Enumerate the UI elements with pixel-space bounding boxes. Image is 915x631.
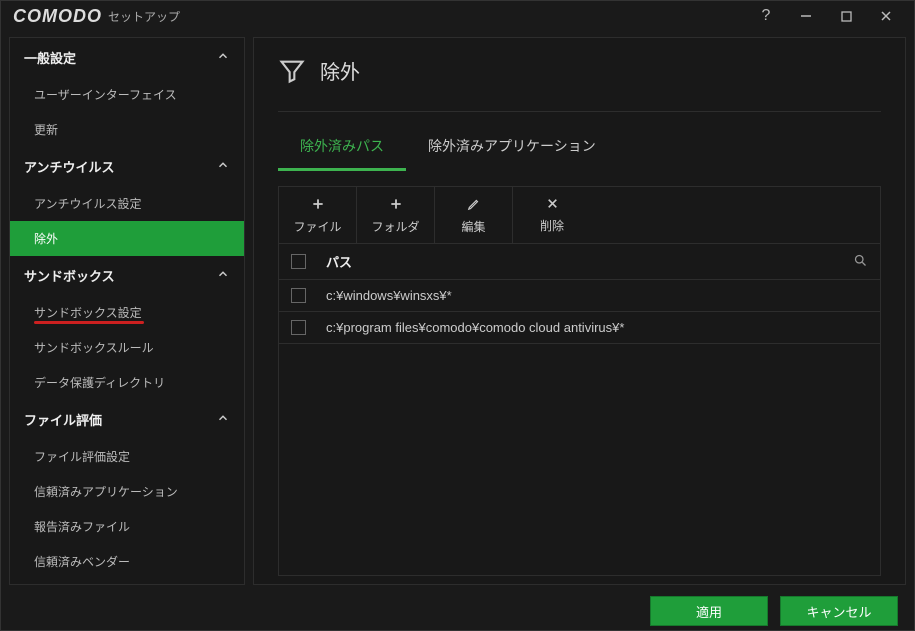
content-panel: 除外 除外済みパス除外済みアプリケーション ファイル フォルダ 編集 削除 パス c:… bbox=[253, 37, 906, 585]
row-path: c:¥windows¥winsxs¥* bbox=[326, 288, 868, 303]
help-icon: ? bbox=[762, 7, 771, 25]
sidebar-item[interactable]: サンドボックスルール bbox=[10, 330, 244, 365]
sidebar-section-label: ファイル評価 bbox=[24, 410, 102, 429]
tool-label: フォルダ bbox=[371, 218, 419, 235]
sidebar-item-label: データ保護ディレクトリ bbox=[34, 376, 165, 390]
sidebar-item[interactable]: データ保護ディレクトリ bbox=[10, 365, 244, 400]
sidebar-section-header[interactable]: ファイル評価 bbox=[10, 400, 244, 439]
table-row[interactable]: c:¥windows¥winsxs¥* bbox=[279, 280, 880, 312]
footer: 適用 キャンセル bbox=[1, 591, 914, 631]
search-button[interactable] bbox=[853, 253, 868, 271]
sidebar-item[interactable]: 報告済みファイル bbox=[10, 509, 244, 544]
sidebar-section-header[interactable]: サンドボックス bbox=[10, 256, 244, 295]
sidebar: 一般設定ユーザーインターフェイス更新アンチウイルスアンチウイルス設定除外サンドボ… bbox=[9, 37, 245, 585]
chevron-up-icon bbox=[216, 158, 230, 175]
exclusion-table: パス c:¥windows¥winsxs¥* c:¥program files¥c… bbox=[278, 244, 881, 576]
x-icon bbox=[546, 197, 559, 213]
sidebar-item[interactable]: 除外 bbox=[10, 221, 244, 256]
add-file-button[interactable]: ファイル bbox=[279, 187, 357, 243]
sidebar-item-label: サンドボックスルール bbox=[34, 341, 154, 355]
sidebar-section-header[interactable]: 一般設定 bbox=[10, 38, 244, 77]
edit-button[interactable]: 編集 bbox=[435, 187, 513, 243]
sidebar-section-label: アンチウイルス bbox=[24, 157, 114, 176]
delete-button[interactable]: 削除 bbox=[513, 187, 591, 243]
tabs: 除外済みパス除外済みアプリケーション bbox=[278, 126, 881, 172]
pencil-icon bbox=[467, 197, 481, 214]
maximize-button[interactable] bbox=[826, 2, 866, 30]
row-checkbox[interactable] bbox=[291, 320, 306, 335]
tool-label: ファイル bbox=[293, 218, 341, 235]
minimize-button[interactable] bbox=[786, 2, 826, 30]
chevron-up-icon bbox=[216, 411, 230, 428]
cancel-button[interactable]: キャンセル bbox=[780, 596, 898, 626]
minimize-icon bbox=[800, 10, 812, 22]
plus-icon bbox=[311, 197, 325, 214]
tool-label: 削除 bbox=[540, 217, 564, 234]
sidebar-item-label: 更新 bbox=[34, 123, 58, 137]
sidebar-item[interactable]: サンドボックス設定 bbox=[10, 295, 244, 330]
logo-subtitle: セットアップ bbox=[108, 8, 180, 25]
logo-text: COMODO bbox=[13, 6, 102, 27]
divider bbox=[278, 111, 881, 112]
sidebar-item-label: アンチウイルス設定 bbox=[34, 197, 142, 211]
select-all-checkbox[interactable] bbox=[291, 254, 306, 269]
page-title: 除外 bbox=[320, 56, 360, 85]
table-header: パス bbox=[279, 244, 880, 280]
search-icon bbox=[853, 253, 868, 268]
tool-label: 編集 bbox=[461, 218, 485, 235]
sidebar-item[interactable]: 信頼済みアプリケーション bbox=[10, 474, 244, 509]
tab[interactable]: 除外済みアプリケーション bbox=[406, 126, 618, 171]
sidebar-item[interactable]: 更新 bbox=[10, 112, 244, 147]
apply-button[interactable]: 適用 bbox=[650, 596, 768, 626]
sidebar-item-label: 信頼済みアプリケーション bbox=[34, 485, 178, 499]
toolbar: ファイル フォルダ 編集 削除 bbox=[278, 186, 881, 244]
sidebar-item[interactable]: 信頼済みベンダー bbox=[10, 544, 244, 579]
sidebar-section-label: 一般設定 bbox=[24, 48, 76, 67]
sidebar-item-label: サンドボックス設定 bbox=[34, 306, 142, 320]
sidebar-item-label: ユーザーインターフェイス bbox=[34, 88, 177, 102]
chevron-up-icon bbox=[216, 267, 230, 284]
close-icon bbox=[880, 10, 892, 22]
close-button[interactable] bbox=[866, 2, 906, 30]
row-checkbox[interactable] bbox=[291, 288, 306, 303]
help-button[interactable]: ? bbox=[746, 2, 786, 30]
filter-icon bbox=[278, 57, 306, 85]
sidebar-section-label: サンドボックス bbox=[24, 266, 115, 285]
maximize-icon bbox=[841, 11, 852, 22]
plus-icon bbox=[389, 197, 403, 214]
sidebar-item-label: 報告済みファイル bbox=[34, 520, 130, 534]
tab[interactable]: 除外済みパス bbox=[278, 126, 406, 171]
sidebar-item-label: 信頼済みベンダー bbox=[34, 555, 130, 569]
sidebar-item-label: 除外 bbox=[34, 232, 58, 246]
sidebar-item[interactable]: ユーザーインターフェイス bbox=[10, 77, 244, 112]
row-path: c:¥program files¥comodo¥comodo cloud ant… bbox=[326, 320, 868, 335]
sidebar-item-label: ファイル評価設定 bbox=[34, 450, 130, 464]
sidebar-item[interactable]: ファイル評価設定 bbox=[10, 439, 244, 474]
column-path[interactable]: パス bbox=[326, 252, 853, 271]
titlebar: COMODO セットアップ ? bbox=[1, 1, 914, 31]
sidebar-item[interactable]: アンチウイルス設定 bbox=[10, 186, 244, 221]
sidebar-section-header[interactable]: アンチウイルス bbox=[10, 147, 244, 186]
table-row[interactable]: c:¥program files¥comodo¥comodo cloud ant… bbox=[279, 312, 880, 344]
add-folder-button[interactable]: フォルダ bbox=[357, 187, 435, 243]
chevron-up-icon bbox=[216, 49, 230, 66]
